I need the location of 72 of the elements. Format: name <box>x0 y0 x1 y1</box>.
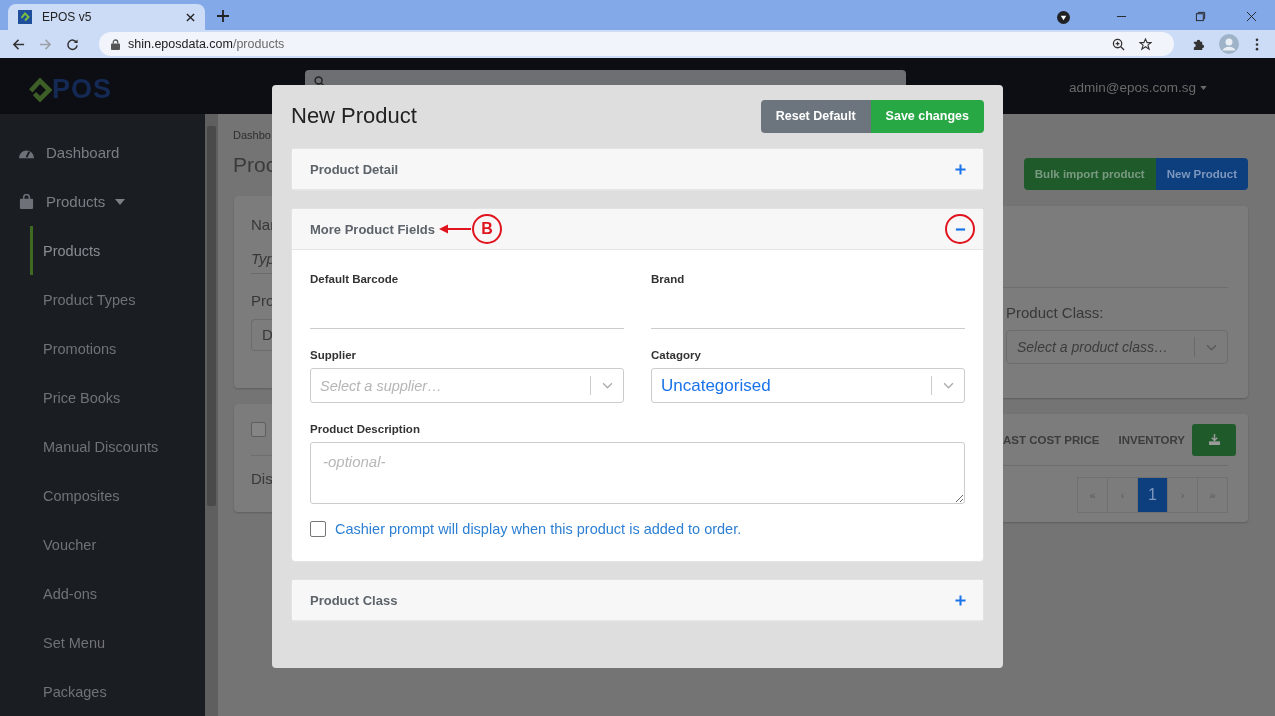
section-title: Product Class <box>310 592 398 608</box>
select-field[interactable]: Select a supplier… <box>310 368 624 403</box>
search-icon <box>314 76 325 87</box>
dialog-button[interactable]: Reset Default <box>760 99 871 133</box>
user-menu[interactable]: admin@epos.com.sg <box>1069 80 1207 95</box>
page-button[interactable]: Bulk import product <box>1023 158 1156 190</box>
favicon-icon <box>18 10 32 24</box>
plus-icon[interactable] <box>954 594 966 606</box>
close-icon[interactable] <box>186 12 195 22</box>
field-label: Supplier <box>310 349 357 361</box>
sidebar-item[interactable]: Set Menu <box>0 618 205 667</box>
section-title: Product Detail <box>310 161 399 177</box>
plus-icon[interactable] <box>954 163 966 175</box>
new-tab-icon[interactable] <box>217 10 229 22</box>
section-header[interactable]: More Product Fields B <box>292 209 983 250</box>
browser-tab[interactable]: EPOS v5 <box>8 4 205 30</box>
chevron-down-icon <box>602 382 613 389</box>
caret-icon <box>1200 85 1207 90</box>
zoom-icon[interactable] <box>1112 37 1125 51</box>
product-class-select[interactable]: Select a product class… <box>1006 330 1228 364</box>
annotation-badge: B <box>471 214 502 244</box>
field-label: Default Barcode <box>310 273 400 285</box>
section-header[interactable]: Product Detail <box>292 149 983 190</box>
logo-text: POS <box>52 74 113 105</box>
sidebar-item[interactable]: Packages <box>0 667 205 716</box>
sidebar-item[interactable]: Manual Discounts <box>0 422 205 471</box>
dialog-button[interactable]: Save changes <box>870 99 984 133</box>
field-label: Product Description <box>310 423 421 435</box>
url-path: /products <box>232 37 285 51</box>
sidebar-item[interactable]: Products <box>0 177 205 226</box>
sidebar-item[interactable]: Promotions <box>0 324 205 373</box>
back-icon[interactable] <box>12 37 25 51</box>
section-title: More Product Fields <box>310 221 435 237</box>
field-label: Brand <box>651 273 686 285</box>
sidebar-item[interactable]: Products <box>0 226 205 275</box>
lock-icon <box>111 38 120 50</box>
sidebar-item[interactable]: Product Types <box>0 275 205 324</box>
sidebar-item[interactable]: Price Books <box>0 373 205 422</box>
column-header: AST COST PRICE <box>1003 433 1100 446</box>
select-field[interactable]: Uncategorised <box>651 368 965 403</box>
download-icon <box>1208 434 1220 445</box>
chevron-down-icon <box>943 382 954 389</box>
reload-icon[interactable] <box>66 37 79 51</box>
sidebar-item[interactable]: Dashboard <box>0 128 205 177</box>
tab-title: EPOS v5 <box>42 10 92 24</box>
sidebar-item[interactable]: Add-ons <box>0 569 205 618</box>
description-field[interactable]: -optional- <box>310 442 965 504</box>
menu-icon[interactable] <box>1255 37 1259 51</box>
sidebar-item[interactable]: Composites <box>0 471 205 520</box>
dialog-title: New Product <box>291 103 417 129</box>
close-icon[interactable] <box>1246 11 1257 22</box>
checkbox-label[interactable]: Cashier prompt will display when this product is added to order. <box>335 521 742 537</box>
field-label: Catagory <box>651 349 702 361</box>
star-icon[interactable] <box>1139 37 1152 51</box>
logo-icon <box>28 77 52 102</box>
shopping-bag-icon <box>18 194 35 209</box>
download-button[interactable] <box>1192 423 1236 456</box>
annotation-arrow <box>438 224 471 234</box>
section-header[interactable]: Product Class <box>292 580 983 621</box>
breadcrumb: Dashbo <box>233 129 271 141</box>
checkbox[interactable] <box>310 521 326 537</box>
puzzle-icon[interactable] <box>1192 37 1205 51</box>
url-domain: shin.eposdata.com <box>128 37 233 51</box>
checkbox[interactable] <box>251 422 266 437</box>
table-cell: Dis <box>251 470 273 487</box>
sidebar-item[interactable]: Voucher <box>0 520 205 569</box>
restore-icon[interactable] <box>1195 11 1206 22</box>
page-link[interactable]: 1 <box>1137 477 1168 513</box>
column-header: INVENTORY <box>1118 433 1185 446</box>
page-button[interactable]: New Product <box>1155 158 1248 190</box>
address-bar[interactable]: shin.eposdata.com/products <box>99 32 1174 56</box>
chevron-down-icon <box>1206 343 1217 351</box>
